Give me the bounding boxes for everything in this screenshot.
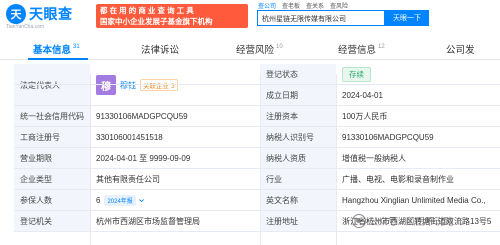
tab-basic-info[interactable]: 基本信息 31: [33, 38, 80, 60]
grid-divider: [336, 74, 337, 245]
logo-subtitle: TianYanCha.com: [6, 24, 45, 30]
tab-label: 法律诉讼: [141, 45, 180, 56]
taxpayer-id-value: 91330106MADGPCQU59: [342, 132, 434, 142]
company-type-value: 其他有限责任公司: [96, 174, 160, 184]
watermark: 公众号 · 瓜田不说路: [352, 214, 453, 228]
business-term-value: 2024-04-01 至 9999-09-09: [96, 153, 191, 163]
tab-company-development[interactable]: 公司发: [446, 38, 475, 60]
english-name-value: Hangzhou Xinglian Unlimited Media Co.,: [342, 195, 486, 205]
label-company-type: 企业类型: [14, 169, 90, 189]
table-row: 成立日期 2024-04-01: [14, 85, 500, 106]
label-taxpayer-qualification: 纳税人资质: [260, 148, 336, 168]
tab-operating-risk[interactable]: 经营风险 10: [236, 38, 283, 60]
reg-number-value: 330106001451518: [96, 132, 163, 142]
watermark-text: 公众号 · 瓜田不说路: [369, 217, 454, 228]
grid-divider: [260, 74, 261, 245]
label-credit-code: 统一社会信用代码: [14, 106, 90, 126]
tab-legal[interactable]: 法律诉讼: [141, 38, 179, 60]
established-value: 2024-04-01: [342, 90, 383, 100]
top-header: 天 天眼查 TianYanCha.com 都 在 用 的 商 业 查 询 工 具…: [0, 0, 500, 33]
slogan-banner: 都 在 用 的 商 业 查 询 工 具 国家中小企业发展子基金旗下机构: [96, 4, 248, 28]
tab-count: 10: [276, 43, 283, 50]
table-row: 参保人数 6 2024年报 英文名称 Hangzhou Xinglian Unl…: [14, 190, 500, 211]
tab-label: 经营信息: [338, 45, 377, 56]
reg-capital-value: 100万人民币: [342, 111, 388, 121]
site-logo[interactable]: 天 天眼查: [6, 4, 73, 24]
dropdown-icon[interactable]: [138, 197, 145, 204]
label-reg-capital: 注册资本: [260, 106, 336, 126]
tab-label: 基本信息: [33, 45, 72, 56]
table-row: 工商注册号 330106001451518 纳税人识别号 91330106MAD…: [14, 127, 500, 148]
logo-icon: 天: [6, 4, 26, 24]
slogan-line-1: 都 在 用 的 商 业 查 询 工 具: [100, 6, 194, 15]
annual-report-tag[interactable]: 2024年报: [104, 194, 136, 206]
grid-divider: [90, 74, 91, 245]
table-row: 营业期限 2024-04-01 至 9999-09-09 纳税人资质 增值税一般…: [14, 148, 500, 169]
taxpayer-qualification-value: 增值税一般纳税人: [342, 153, 406, 163]
active-tab-indicator: [28, 58, 88, 60]
wechat-official-account-icon: [352, 214, 366, 228]
label-reg-status: 登记状态: [260, 64, 336, 84]
label-established: 成立日期: [260, 85, 336, 105]
insured-count: 6: [96, 195, 101, 205]
label-insured-count: 参保人数: [14, 190, 90, 210]
label-reg-number: 工商注册号: [14, 127, 90, 147]
reg-authority-value: 杭州市西湖区市场监督管理局: [96, 216, 200, 226]
tab-label: 经营风险: [236, 45, 275, 56]
tab-count: 31: [73, 43, 80, 50]
label-reg-authority: 登记机关: [14, 211, 90, 231]
tab-label: 公司发: [446, 45, 475, 56]
tab-operating-info[interactable]: 经营信息 12: [338, 38, 385, 60]
label-reg-address: 注册地址: [260, 211, 336, 231]
label-english-name: 英文名称: [260, 190, 336, 210]
section-tabs: 基本信息 31 法律诉讼 经营风险 10 经营信息 12 公司发: [0, 38, 500, 60]
credit-code-value: 91330106MADGPCQU59: [96, 111, 188, 121]
industry-value: 广播、电视、电影和录音制作业: [342, 174, 454, 184]
slogan-line-2: 国家中小企业发展子基金旗下机构: [100, 17, 213, 26]
label-business-term: 营业期限: [14, 148, 90, 168]
search-button[interactable]: 天眼一下: [385, 10, 429, 26]
search-input[interactable]: 杭州星链无限传媒有限公司: [257, 10, 385, 26]
insured-count-value: 6 2024年报: [90, 190, 260, 210]
tab-count: 12: [378, 43, 385, 50]
logo-text: 天眼查: [29, 6, 73, 22]
table-row: 登记状态 存续: [14, 64, 500, 85]
table-row: 统一社会信用代码 91330106MADGPCQU59 注册资本 100万人民币: [14, 106, 500, 127]
label-industry: 行业: [260, 169, 336, 189]
table-row: 企业类型 其他有限责任公司 行业 广播、电视、电影和录音制作业: [14, 169, 500, 190]
status-badge: 存续: [342, 66, 371, 82]
label-taxpayer-id: 纳税人识别号: [260, 127, 336, 147]
reg-status-value: 存续: [336, 64, 500, 84]
